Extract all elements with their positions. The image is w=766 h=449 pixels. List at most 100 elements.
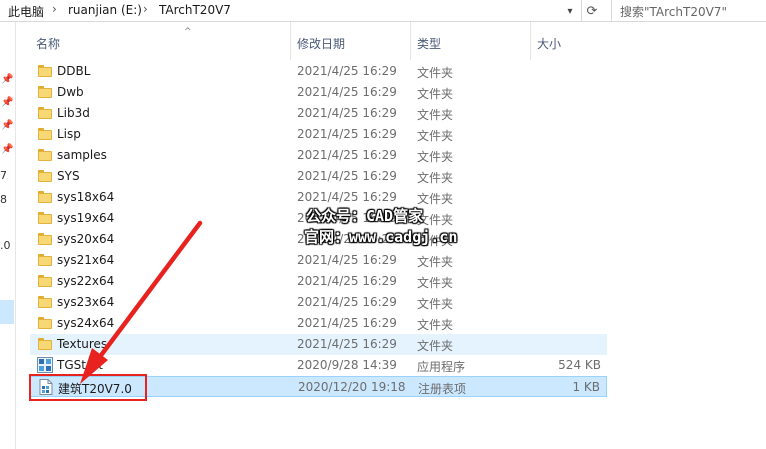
file-name: SYS	[57, 169, 80, 183]
file-date: 2021/4/25 16:29	[297, 106, 397, 120]
file-name: sys21x64	[57, 253, 115, 267]
column-date[interactable]: 修改日期	[291, 22, 411, 60]
file-date: 2021/4/25 16:29	[297, 337, 397, 351]
file-name: TGStart	[57, 358, 103, 372]
file-date: 2021/4/25 16:29	[297, 295, 397, 309]
file-date: 2021/4/25 16:29	[297, 316, 397, 330]
file-date: 2020/9/28 14:39	[297, 358, 397, 372]
file-type: 文件夹	[417, 318, 454, 332]
column-size-label: 大小	[537, 37, 562, 51]
column-header: 名称 ^ 修改日期 类型 大小	[16, 22, 766, 60]
watermark-line-1: 公众号：CAD管家	[306, 207, 424, 225]
chevron-right-icon[interactable]: ›	[143, 2, 148, 16]
folder-icon	[38, 65, 52, 77]
file-date: 2021/4/25 16:29	[297, 64, 397, 78]
table-row[interactable]: DDBL 2021/4/25 16:29 文件夹	[30, 61, 607, 82]
breadcrumb-this-pc[interactable]: 此电脑	[8, 3, 44, 20]
file-type: 文件夹	[417, 66, 454, 80]
file-name: Lisp	[57, 127, 81, 141]
file-name: Textures	[57, 337, 108, 351]
column-type[interactable]: 类型	[411, 22, 531, 60]
file-name: Dwb	[57, 85, 84, 99]
file-type: 文件夹	[417, 108, 454, 122]
file-size: 1 KB	[572, 380, 600, 394]
pin-icon[interactable]: 📌	[1, 120, 13, 131]
folder-icon	[38, 338, 52, 350]
file-date: 2021/4/25 16:29	[297, 127, 397, 141]
chevron-down-icon[interactable]: ▾	[561, 1, 579, 21]
file-name: sys23x64	[57, 295, 115, 309]
file-date: 2021/4/25 16:29	[297, 148, 397, 162]
toolbar: 此电脑 › ruanjian (E:) › TArchT20V7 ▾ ⟳ 搜索"…	[0, 0, 766, 22]
file-type: 文件夹	[417, 171, 454, 185]
file-type: 文件夹	[417, 276, 454, 290]
folder-icon	[38, 254, 52, 266]
column-date-label: 修改日期	[297, 37, 346, 51]
file-date: 2021/4/25 16:29	[297, 274, 397, 288]
file-date: 2021/4/25 16:29	[297, 190, 397, 204]
nav-item-label[interactable]: 8	[0, 193, 7, 206]
file-type: 文件夹	[417, 150, 454, 164]
file-date: 2021/4/25 16:29	[297, 85, 397, 99]
table-row[interactable]: Textures 2021/4/25 16:29 文件夹	[30, 334, 607, 355]
table-row[interactable]: Dwb 2021/4/25 16:29 文件夹	[30, 82, 607, 103]
file-type: 文件夹	[417, 339, 454, 353]
column-name-label: 名称	[36, 37, 61, 51]
column-name[interactable]: 名称 ^	[30, 22, 290, 60]
folder-icon	[38, 170, 52, 182]
table-row[interactable]: sys22x64 2021/4/25 16:29 文件夹	[30, 271, 607, 292]
table-row[interactable]: sys23x64 2021/4/25 16:29 文件夹	[30, 292, 607, 313]
folder-icon	[38, 296, 52, 308]
folder-icon	[38, 107, 52, 119]
pin-icon[interactable]: 📌	[1, 144, 13, 155]
table-row[interactable]: Lib3d 2021/4/25 16:29 文件夹	[30, 103, 607, 124]
column-size[interactable]: 大小	[531, 22, 611, 60]
file-date: 2020/12/20 19:18	[298, 380, 406, 394]
file-name: Lib3d	[57, 106, 90, 120]
navigation-pane: 📌 📌 📌 📌 7 8 .0	[0, 22, 16, 449]
file-size: 524 KB	[558, 358, 601, 372]
file-name: sys20x64	[57, 232, 115, 246]
file-type: 文件夹	[417, 129, 454, 143]
nav-item-label[interactable]: .0	[0, 239, 11, 252]
file-type: 文件夹	[417, 297, 454, 311]
chevron-right-icon[interactable]: ›	[52, 2, 57, 16]
folder-icon	[38, 317, 52, 329]
folder-icon	[38, 149, 52, 161]
file-type: 注册表项	[418, 382, 467, 396]
table-row[interactable]: Lisp 2021/4/25 16:29 文件夹	[30, 124, 607, 145]
table-row[interactable]: sys24x64 2021/4/25 16:29 文件夹	[30, 313, 607, 334]
file-name: DDBL	[57, 64, 91, 78]
file-date: 2021/4/25 16:29	[297, 169, 397, 183]
search-placeholder: 搜索"TArchT20V7"	[620, 5, 727, 19]
table-row[interactable]: sys21x64 2021/4/25 16:29 文件夹	[30, 250, 607, 271]
folder-icon	[38, 128, 52, 140]
table-row[interactable]: TGStart 2020/9/28 14:39 应用程序 524 KB	[30, 355, 607, 376]
folder-icon	[38, 86, 52, 98]
folder-icon	[38, 233, 52, 245]
pin-icon[interactable]: 📌	[1, 74, 13, 85]
file-type: 应用程序	[417, 360, 466, 374]
highlight-box	[29, 374, 147, 401]
folder-icon	[38, 275, 52, 287]
pin-icon[interactable]: 📌	[1, 97, 13, 108]
application-icon	[37, 357, 53, 373]
watermark-line-2: 官网：www.cadgj.cn	[304, 228, 458, 246]
breadcrumb-drive[interactable]: ruanjian (E:)	[68, 3, 142, 17]
nav-item-label[interactable]: 7	[0, 169, 7, 182]
file-name: samples	[57, 148, 107, 162]
file-type: 文件夹	[417, 255, 454, 269]
file-name: sys24x64	[57, 316, 115, 330]
file-type: 文件夹	[417, 87, 454, 101]
folder-icon	[38, 212, 52, 224]
file-name: sys19x64	[57, 211, 115, 225]
refresh-icon[interactable]: ⟳	[582, 0, 602, 22]
address-bar[interactable]: 此电脑 › ruanjian (E:) › TArchT20V7 ▾	[0, 0, 582, 22]
breadcrumb-folder[interactable]: TArchT20V7	[159, 3, 231, 17]
table-row[interactable]: samples 2021/4/25 16:29 文件夹	[30, 145, 607, 166]
nav-item-selected[interactable]	[0, 300, 14, 324]
table-row[interactable]: SYS 2021/4/25 16:29 文件夹	[30, 166, 607, 187]
sort-up-icon: ^	[184, 27, 192, 37]
file-name: sys18x64	[57, 190, 115, 204]
search-input[interactable]: 搜索"TArchT20V7"	[611, 0, 766, 22]
